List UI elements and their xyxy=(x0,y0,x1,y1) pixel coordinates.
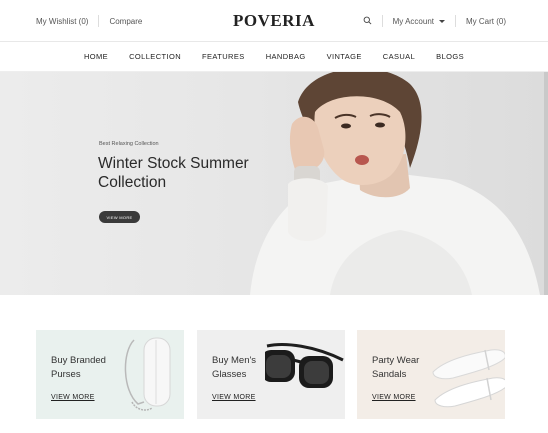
category-cards: Buy Branded Purses VIEW MORE Buy Men's G… xyxy=(0,330,548,420)
account-menu[interactable]: My Account xyxy=(393,17,445,26)
top-bar-right: My Account My Cart (0) xyxy=(363,15,506,27)
card-link[interactable]: VIEW MORE xyxy=(212,394,256,401)
card-link[interactable]: VIEW MORE xyxy=(372,394,416,401)
nav-item-casual[interactable]: CASUAL xyxy=(383,52,415,61)
card-glasses[interactable]: Buy Men's Glasses VIEW MORE xyxy=(197,330,345,419)
nav-item-vintage[interactable]: VINTAGE xyxy=(327,52,362,61)
nav-item-collection[interactable]: COLLECTION xyxy=(129,52,181,61)
account-label: My Account xyxy=(392,16,434,26)
divider xyxy=(381,15,383,27)
view-more-button[interactable]: VIEW MORE xyxy=(99,211,140,223)
cart-link[interactable]: My Cart (0) xyxy=(466,17,506,26)
card-purses[interactable]: Buy Branded Purses VIEW MORE xyxy=(36,330,184,419)
card-title: Buy Branded Purses xyxy=(51,355,106,380)
main-nav: HOME COLLECTION FEATURES HANDBAG VINTAGE… xyxy=(0,42,548,72)
search-icon[interactable] xyxy=(363,16,372,27)
scrollbar[interactable] xyxy=(544,72,548,295)
hero-eyebrow: Best Relaxing Collection xyxy=(99,141,159,147)
hero-title: Winter Stock Summer Collection xyxy=(98,155,249,191)
nav-item-home[interactable]: HOME xyxy=(84,52,108,61)
card-link[interactable]: VIEW MORE xyxy=(51,394,95,401)
nav-item-blogs[interactable]: BLOGS xyxy=(436,52,464,61)
divider xyxy=(455,15,456,27)
card-title: Buy Men's Glasses xyxy=(212,355,257,380)
nav-item-features[interactable]: FEATURES xyxy=(202,52,245,61)
hero-banner: Best Relaxing Collection Winter Stock Su… xyxy=(0,72,548,295)
card-sandals[interactable]: Party Wear Sandals VIEW MORE xyxy=(357,330,505,419)
nav-item-handbag[interactable]: HANDBAG xyxy=(266,52,306,61)
top-bar: My Wishlist (0) Compare POVERIA My Accou… xyxy=(0,0,548,42)
chevron-down-icon xyxy=(439,19,445,23)
card-title: Party Wear Sandals xyxy=(372,355,420,380)
